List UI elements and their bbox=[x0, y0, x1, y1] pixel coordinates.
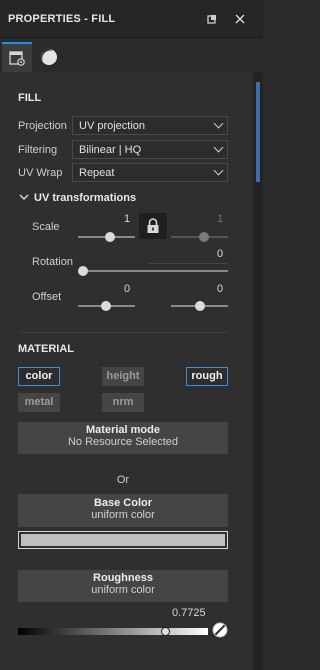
properties-panel: PROPERTIES - FILL FILL Projection UV pro… bbox=[0, 0, 263, 670]
rotation-slider-thumb[interactable] bbox=[78, 266, 88, 276]
color-picker-icon[interactable] bbox=[212, 622, 228, 638]
filtering-value: Bilinear | HQ bbox=[79, 144, 142, 156]
chevron-down-icon bbox=[213, 118, 224, 129]
uvwrap-value: Repeat bbox=[79, 167, 115, 179]
projection-value: UV projection bbox=[79, 120, 146, 132]
lock-icon bbox=[147, 218, 159, 233]
close-icon[interactable] bbox=[233, 12, 247, 26]
scrollbar-thumb[interactable] bbox=[256, 82, 260, 182]
material-section-title: MATERIAL bbox=[18, 343, 75, 355]
base-color-title: Base Color bbox=[93, 497, 153, 509]
scale-label: Scale bbox=[32, 221, 60, 233]
base-color-box[interactable]: Base Color uniform color bbox=[18, 495, 228, 527]
scale-lock-button[interactable] bbox=[139, 213, 167, 239]
roughness-slider-thumb[interactable] bbox=[160, 627, 170, 636]
scale-x-slider-thumb[interactable] bbox=[105, 232, 115, 242]
panel-title: PROPERTIES - FILL bbox=[8, 13, 116, 25]
roughness-box[interactable]: Roughness uniform color bbox=[18, 570, 228, 602]
filtering-select[interactable]: Bilinear | HQ bbox=[72, 140, 228, 159]
scale-y-value: 1 bbox=[217, 213, 224, 225]
offset-x-value: 0 bbox=[124, 283, 131, 295]
channel-rough-button[interactable]: rough bbox=[186, 367, 228, 386]
tab-material[interactable] bbox=[34, 42, 64, 72]
roughness-title: Roughness bbox=[93, 572, 153, 584]
or-label: Or bbox=[116, 474, 130, 486]
panel-header: PROPERTIES - FILL bbox=[0, 0, 263, 38]
material-mode-value: No Resource Selected bbox=[67, 436, 179, 448]
offset-label: Offset bbox=[32, 291, 62, 303]
undock-icon[interactable] bbox=[205, 12, 219, 26]
channel-nrm-button[interactable]: nrm bbox=[102, 393, 144, 412]
rotation-slider[interactable] bbox=[82, 270, 228, 272]
rotation-value: 0 bbox=[217, 248, 224, 260]
fill-section-title: FILL bbox=[18, 92, 42, 104]
offset-x-slider-thumb[interactable] bbox=[101, 301, 111, 311]
material-mode-title: Material mode bbox=[86, 424, 160, 436]
roughness-mode: uniform color bbox=[91, 584, 155, 596]
uvwrap-label: UV Wrap bbox=[18, 167, 63, 179]
chevron-down-icon bbox=[213, 142, 224, 153]
filtering-label: Filtering bbox=[18, 144, 58, 156]
base-color-mode: uniform color bbox=[91, 509, 155, 521]
base-color-swatch[interactable] bbox=[18, 531, 228, 549]
offset-y-slider-thumb[interactable] bbox=[195, 301, 205, 311]
rotation-label: Rotation bbox=[32, 256, 73, 268]
rotation-value-underline bbox=[148, 263, 228, 264]
texture-settings-icon bbox=[9, 51, 25, 66]
roughness-value: 0.7725 bbox=[172, 607, 206, 619]
roughness-gradient-slider[interactable] bbox=[18, 628, 208, 635]
chevron-down-icon bbox=[213, 165, 224, 176]
uv-transformations-title: UV transformations bbox=[34, 192, 137, 204]
panel-tabs bbox=[0, 38, 263, 72]
projection-label: Projection bbox=[18, 120, 67, 132]
uvwrap-select[interactable]: Repeat bbox=[72, 163, 228, 182]
channel-color-button[interactable]: color bbox=[18, 367, 60, 386]
collapse-chevron-icon[interactable] bbox=[18, 191, 30, 203]
channel-metal-button[interactable]: metal bbox=[18, 393, 60, 412]
channel-height-button[interactable]: height bbox=[102, 367, 144, 386]
scale-y-slider-thumb[interactable] bbox=[199, 232, 209, 242]
scale-x-value: 1 bbox=[124, 213, 131, 225]
material-mode-box[interactable]: Material mode No Resource Selected bbox=[18, 422, 228, 454]
offset-y-value: 0 bbox=[217, 283, 224, 295]
tab-texture-settings[interactable] bbox=[2, 42, 32, 72]
side-scrollbar[interactable] bbox=[253, 72, 263, 670]
base-color-fill bbox=[21, 534, 225, 546]
section-divider bbox=[18, 332, 228, 333]
material-sphere-icon bbox=[41, 49, 57, 65]
projection-select[interactable]: UV projection bbox=[72, 116, 228, 135]
